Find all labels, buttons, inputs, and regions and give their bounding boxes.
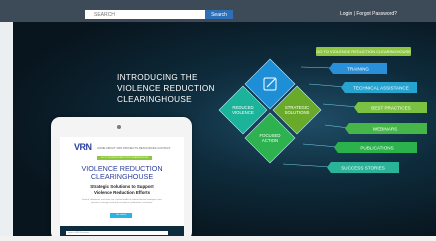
top-navigation-bar: ⚲ Search Login | Forgot Password? [0, 0, 436, 22]
link-label: WEBINARS [373, 127, 398, 132]
account-links: Login | Forgot Password? [340, 11, 397, 17]
diamond-label-line: SOLUTIONS [285, 110, 310, 115]
tablet-mockup: VRN HOME ABOUT VRN PROJECTS RESOURCES CO… [51, 117, 192, 241]
link-training[interactable]: TRAINING [329, 63, 387, 74]
diamond-label-line: ACTION [262, 138, 278, 143]
link-success-stories[interactable]: SUCCESS STORIES [327, 162, 399, 173]
page-bottom-edge [0, 236, 436, 241]
link-technical-assistance[interactable]: TECHNICAL ASSISTANCE [341, 82, 417, 93]
tablet-search-field: Search VRN Resources [66, 231, 168, 235]
link-webinars[interactable]: WEBINARS [345, 123, 427, 134]
login-link[interactable]: Login [340, 11, 352, 17]
link-label: BEST PRACTICES [371, 106, 410, 111]
tablet-cta: GO TO VIOLENCE REDUCTION CLEARINGHOUSE [97, 156, 152, 160]
tablet-screen: VRN HOME ABOUT VRN PROJECTS RESOURCES CO… [60, 137, 184, 241]
link-label: SUCCESS STORIES [341, 166, 385, 171]
left-margin [0, 22, 13, 241]
tablet-nav: HOME ABOUT VRN PROJECTS RESOURCES CONTAC… [97, 146, 171, 150]
link-label: TECHNICAL ASSISTANCE [353, 86, 409, 91]
tablet-subtitle-line: Violence Reduction Efforts [93, 190, 151, 195]
link-publications[interactable]: PUBLICATIONS [334, 142, 417, 153]
search-button[interactable]: Search [205, 10, 233, 19]
search-input[interactable] [85, 10, 206, 19]
tablet-subtitle-line: Strategic Solutions to Support [90, 184, 154, 189]
tablet-camera [117, 125, 121, 129]
hero-banner: INTRODUCING THE VIOLENCE REDUCTION CLEAR… [13, 22, 436, 241]
tablet-body-text: Search, download, and share our curated … [82, 199, 162, 205]
link-label: PUBLICATIONS [360, 146, 393, 151]
diamond-label-line: VIOLENCE [232, 110, 254, 115]
tablet-title-line: CLEARINGHOUSE [90, 172, 154, 181]
vrn-logo: VRN [74, 142, 92, 152]
link-best-practices[interactable]: BEST PRACTICES [354, 102, 427, 113]
link-label: TRAINING [347, 67, 369, 72]
tablet-get-started-button: Get started [110, 213, 132, 218]
forgot-password-link[interactable]: Forgot Password? [356, 11, 397, 17]
